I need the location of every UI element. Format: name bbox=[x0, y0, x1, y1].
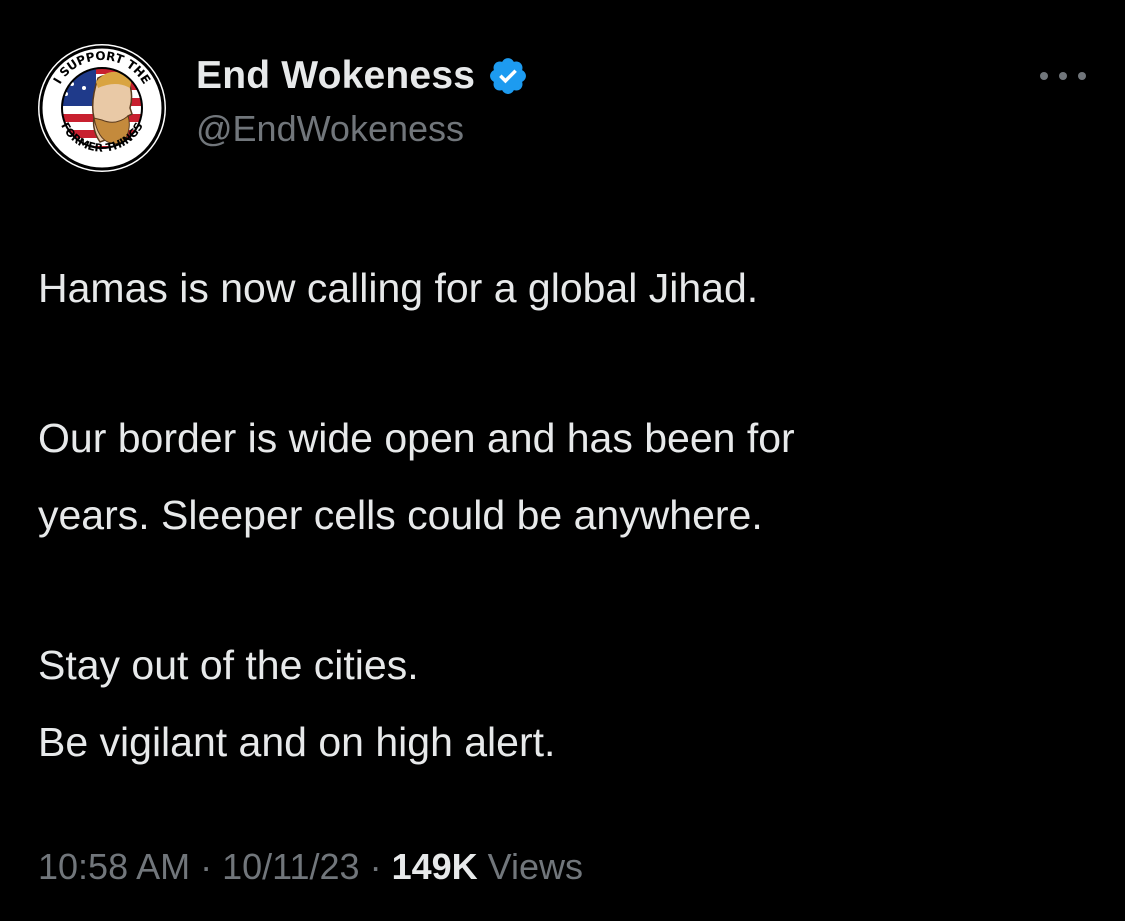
views-label: Views bbox=[487, 846, 584, 887]
tweet: I SUPPORT THE FORMER THINGS End Wokeness… bbox=[0, 0, 1125, 921]
more-dot bbox=[1078, 72, 1086, 80]
tweet-line: Our border is wide open and has been for bbox=[38, 415, 795, 461]
more-dot bbox=[1040, 72, 1048, 80]
avatar[interactable]: I SUPPORT THE FORMER THINGS bbox=[36, 42, 168, 174]
author-name-row: End Wokeness bbox=[196, 50, 529, 102]
tweet-meta: 10:58 AM · 10/11/23 · 149K Views bbox=[38, 846, 583, 888]
author-display-name[interactable]: End Wokeness bbox=[196, 54, 475, 98]
tweet-line: Hamas is now calling for a global Jihad. bbox=[38, 265, 759, 311]
more-options-icon[interactable] bbox=[1040, 64, 1086, 88]
tweet-line: Stay out of the cities. bbox=[38, 642, 419, 688]
author-handle[interactable]: @EndWokeness bbox=[196, 108, 464, 150]
views-count: 149K bbox=[391, 846, 478, 887]
meta-separator: · bbox=[369, 846, 382, 887]
tweet-line: years. Sleeper cells could be anywhere. bbox=[38, 492, 763, 538]
tweet-line: Be vigilant and on high alert. bbox=[38, 719, 556, 765]
tweet-text: Hamas is now calling for a global Jihad.… bbox=[38, 250, 1098, 781]
meta-separator: · bbox=[200, 846, 213, 887]
more-dot bbox=[1059, 72, 1067, 80]
tweet-date[interactable]: 10/11/23 bbox=[222, 846, 359, 887]
avatar-badge-icon: I SUPPORT THE FORMER THINGS bbox=[38, 44, 166, 172]
tweet-time[interactable]: 10:58 AM bbox=[38, 846, 190, 887]
verified-badge-icon[interactable] bbox=[487, 55, 529, 97]
